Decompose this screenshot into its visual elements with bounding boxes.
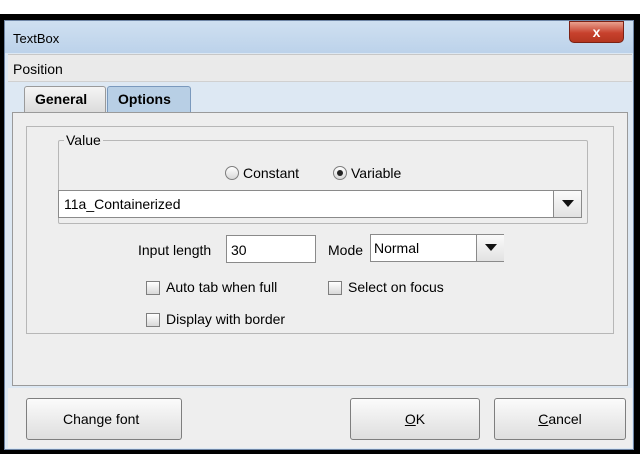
close-icon: x <box>592 24 601 40</box>
ok-label-rest: K <box>415 411 426 427</box>
constant-label[interactable]: Constant <box>243 165 299 181</box>
window-title: TextBox <box>13 31 60 46</box>
cancel-mnemonic: C <box>538 411 549 427</box>
cancel-button[interactable]: Cancel <box>494 398 626 440</box>
variable-label[interactable]: Variable <box>351 165 401 181</box>
display-border-label[interactable]: Display with border <box>166 311 285 327</box>
select-on-focus-checkbox[interactable] <box>328 281 342 295</box>
ok-button[interactable]: OK <box>350 398 480 440</box>
tab-general[interactable]: General <box>24 86 106 112</box>
chevron-down-icon[interactable] <box>553 191 581 217</box>
mode-combo-text: Normal <box>374 240 420 256</box>
cancel-label-rest: ancel <box>548 411 582 427</box>
chevron-down-icon[interactable] <box>476 235 504 261</box>
display-border-checkbox[interactable] <box>146 313 160 327</box>
change-font-button[interactable]: Change font <box>26 398 182 440</box>
menu-bar <box>8 54 632 82</box>
select-on-focus-label[interactable]: Select on focus <box>348 279 444 295</box>
value-legend: Value <box>64 132 103 148</box>
auto-tab-label[interactable]: Auto tab when full <box>166 279 277 295</box>
ok-mnemonic: O <box>404 411 416 427</box>
auto-tab-checkbox[interactable] <box>146 281 160 295</box>
title-bar[interactable] <box>5 21 633 53</box>
input-length-field[interactable]: 30 <box>226 235 316 263</box>
constant-radio[interactable] <box>225 166 239 180</box>
menu-position[interactable]: Position <box>13 61 63 77</box>
tab-options[interactable]: Options <box>107 86 191 112</box>
close-button[interactable]: x <box>569 21 624 43</box>
mode-label: Mode <box>328 242 364 258</box>
variable-radio[interactable] <box>333 166 347 180</box>
value-combo-text: 11a_Containerized <box>64 196 181 212</box>
input-length-label: Input length <box>138 242 212 258</box>
